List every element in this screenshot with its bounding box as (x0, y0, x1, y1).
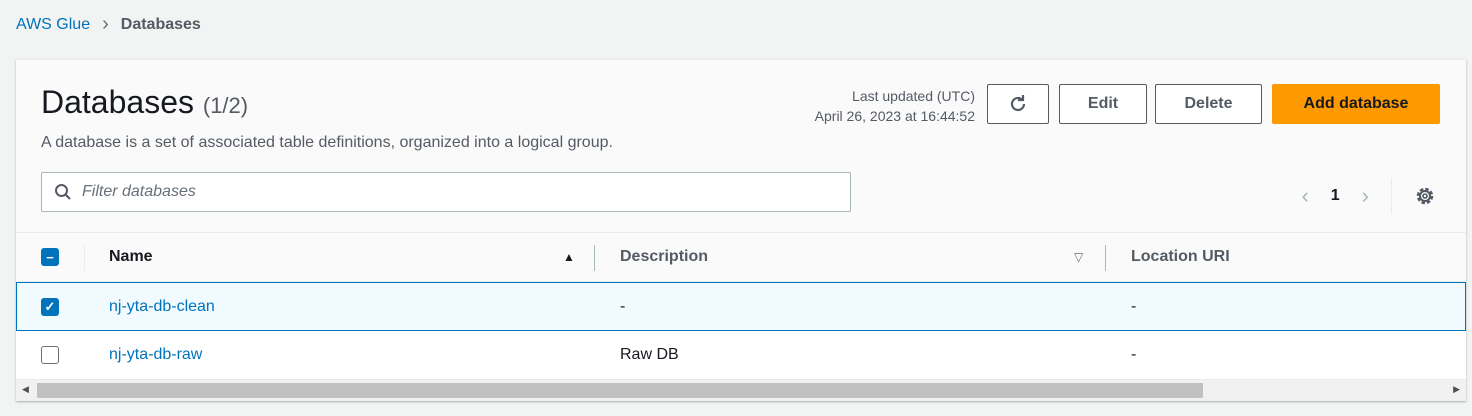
horizontal-scrollbar[interactable]: ◀ ▶ (16, 380, 1466, 401)
location-cell: - (1131, 346, 1137, 363)
page-title: Databases (1/2) (41, 84, 248, 121)
filter-databases[interactable] (41, 172, 851, 212)
table-row[interactable]: ✓ nj-yta-db-clean - - (16, 282, 1466, 331)
row-checkbox[interactable]: ✓ (41, 297, 59, 316)
sort-ascending-icon[interactable]: ▲ (563, 250, 575, 264)
description-cell: Raw DB (620, 346, 679, 363)
last-updated-label: Last updated (UTC) (852, 88, 975, 104)
breadcrumb-aws-glue[interactable]: AWS Glue (16, 16, 90, 34)
databases-table: − Name ▲ Description ▽ Location URI ✓ nj… (16, 232, 1466, 401)
refresh-icon (1010, 95, 1026, 112)
previous-page-icon[interactable]: ‹ (1301, 183, 1308, 209)
databases-panel: Databases (1/2) A database is a set of a… (16, 59, 1466, 401)
scrollbar-thumb[interactable] (37, 383, 1203, 398)
column-header-name[interactable]: Name (109, 248, 153, 266)
table-row[interactable]: nj-yta-db-raw Raw DB - (16, 331, 1466, 380)
edit-button[interactable]: Edit (1059, 84, 1147, 124)
database-name-link[interactable]: nj-yta-db-clean (109, 298, 215, 316)
column-header-location-uri[interactable]: Location URI (1131, 248, 1230, 266)
add-database-button[interactable]: Add database (1272, 84, 1440, 124)
location-cell: - (1131, 297, 1137, 315)
chevron-right-icon: › (102, 13, 109, 35)
next-page-icon[interactable]: › (1362, 183, 1369, 209)
breadcrumb-current: Databases (120, 15, 201, 33)
title-text: Databases (41, 84, 194, 120)
pagination: ‹ 1 › (1301, 178, 1436, 214)
page-description: A database is a set of associated table … (41, 134, 613, 151)
filter-input[interactable] (82, 183, 782, 201)
divider (1391, 178, 1392, 214)
scroll-left-icon[interactable]: ◀ (22, 384, 29, 395)
last-updated-value: April 26, 2023 at 16:44:52 (814, 108, 975, 124)
scroll-right-icon[interactable]: ▶ (1453, 384, 1460, 395)
breadcrumb: AWS Glue › Databases (16, 13, 201, 36)
row-checkbox[interactable] (41, 346, 59, 364)
settings-gear-icon[interactable] (1414, 185, 1436, 207)
search-icon (55, 184, 71, 200)
description-cell: - (620, 297, 626, 315)
current-page[interactable]: 1 (1331, 187, 1340, 205)
selection-count: (1/2) (202, 93, 249, 118)
last-updated: Last updated (UTC) April 26, 2023 at 16:4… (815, 86, 975, 126)
select-all-checkbox[interactable]: − (41, 248, 59, 266)
table-header: − Name ▲ Description ▽ Location URI (16, 232, 1466, 282)
delete-button[interactable]: Delete (1155, 84, 1262, 124)
column-header-description[interactable]: Description (620, 248, 708, 266)
sort-icon[interactable]: ▽ (1074, 250, 1083, 264)
refresh-button[interactable] (987, 84, 1049, 124)
database-name-link[interactable]: nj-yta-db-raw (109, 346, 202, 364)
